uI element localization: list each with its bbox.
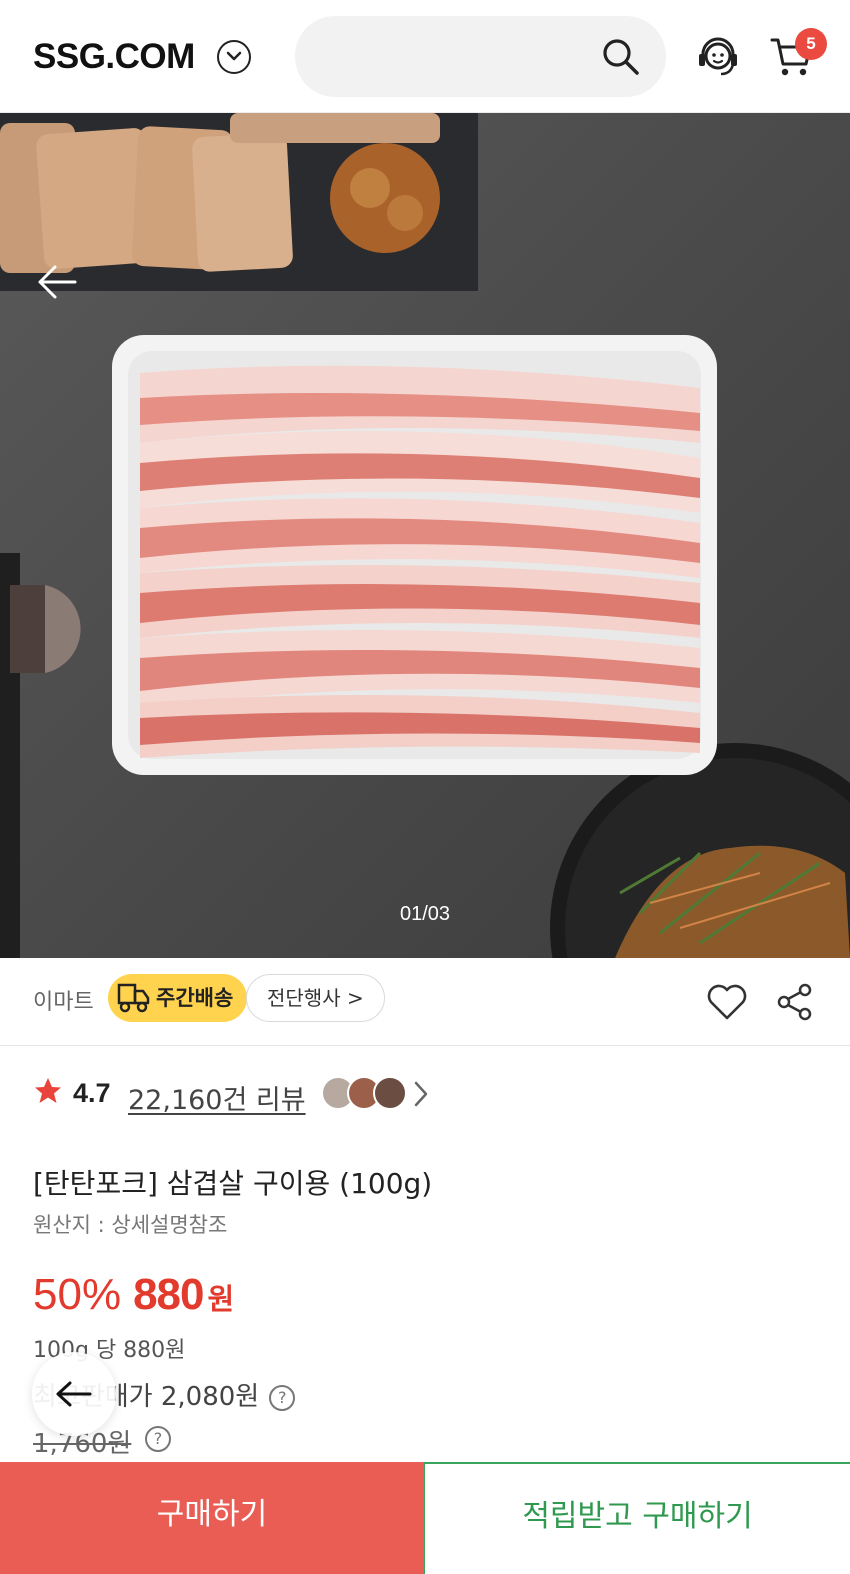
rating-row: 4.7 22,160건 리뷰 <box>33 1072 833 1116</box>
back-arrow-icon <box>56 1381 92 1407</box>
share-icon[interactable] <box>776 982 814 1022</box>
delivery-truck-icon <box>117 983 150 1013</box>
weekly-delivery-label: 주간배송 <box>156 986 234 1010</box>
product-origin: 원산지 : 상세설명참조 <box>33 1213 228 1237</box>
review-thumbnail[interactable] <box>373 1076 407 1110</box>
price-currency: 원 <box>207 1282 235 1316</box>
chevron-down-icon[interactable] <box>217 40 251 74</box>
top-header: SSG.COM 5 <box>0 0 850 113</box>
heart-icon[interactable] <box>705 982 749 1022</box>
product-title: [탄탄포크] 삼겹살 구이용 (100g) <box>33 1167 433 1200</box>
help-icon[interactable]: ? <box>269 1384 296 1411</box>
product-photo <box>0 113 850 958</box>
help-icon[interactable]: ? <box>145 1426 171 1452</box>
save-and-buy-button[interactable]: 적립받고 구매하기 <box>424 1462 850 1574</box>
image-pager: 01/03 <box>399 903 451 925</box>
product-image-gallery[interactable] <box>0 113 850 958</box>
buy-button[interactable]: 구매하기 <box>0 1462 424 1574</box>
rating-value: 4.7 <box>73 1078 111 1108</box>
search-input[interactable] <box>295 16 666 97</box>
star-icon <box>35 1078 61 1103</box>
back-arrow-icon[interactable] <box>35 263 79 301</box>
sale-price: 880 <box>133 1270 204 1319</box>
weekly-delivery-badge: 주간배송 <box>108 974 248 1022</box>
cart-count-badge: 5 <box>795 28 827 60</box>
seller-row: 이마트 주간배송 전단행사 > <box>0 958 850 1046</box>
ssg-logo[interactable]: SSG.COM <box>33 37 195 77</box>
bottom-action-bar: 구매하기 적립받고 구매하기 <box>0 1462 850 1574</box>
seller-name[interactable]: 이마트 <box>33 984 94 1016</box>
chevron-right-icon[interactable] <box>413 1080 429 1108</box>
floating-back-button[interactable] <box>32 1352 116 1436</box>
discount-rate: 50% <box>33 1270 122 1319</box>
review-count-link[interactable]: 22,160건 리뷰 <box>128 1078 306 1117</box>
customer-service-icon[interactable] <box>695 34 741 80</box>
flyer-event-button[interactable]: 전단행사 > <box>246 974 385 1022</box>
search-icon[interactable] <box>600 36 642 78</box>
price-row: 50% 880 원 <box>33 1270 234 1330</box>
